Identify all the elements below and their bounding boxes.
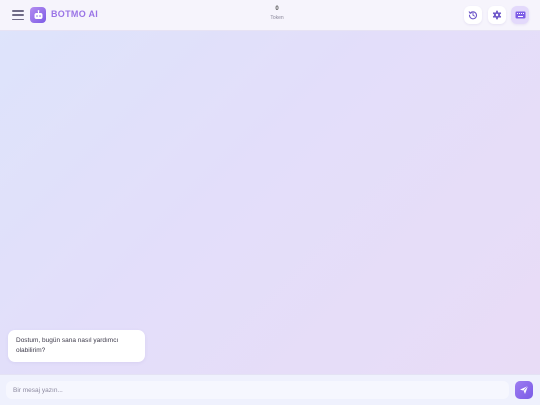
token-label: Token [270, 15, 284, 21]
send-icon [520, 385, 529, 394]
bot-message-bubble: Dostum, bugün sana nasıl yardımcı olabil… [8, 330, 145, 362]
send-button[interactable] [515, 381, 533, 399]
history-icon [468, 11, 478, 20]
settings-button[interactable] [488, 6, 506, 24]
robot-icon [30, 7, 46, 23]
chat-area [0, 31, 540, 374]
message-input[interactable] [6, 381, 509, 399]
history-button[interactable] [464, 6, 482, 24]
keyboard-icon [515, 11, 525, 19]
hamburger-menu-icon[interactable] [12, 10, 24, 20]
token-count: 0 [275, 6, 279, 12]
keyboard-button[interactable] [511, 6, 529, 24]
app-header: BOTMO AI 0 Token [0, 0, 540, 31]
token-counter: 0 Token [262, 5, 292, 22]
brand-name: BOTMO AI [51, 9, 99, 19]
gear-icon [492, 10, 502, 20]
message-composer [0, 374, 540, 405]
bot-message-text: Dostum, bugün sana nasıl yardımcı olabil… [16, 337, 119, 354]
